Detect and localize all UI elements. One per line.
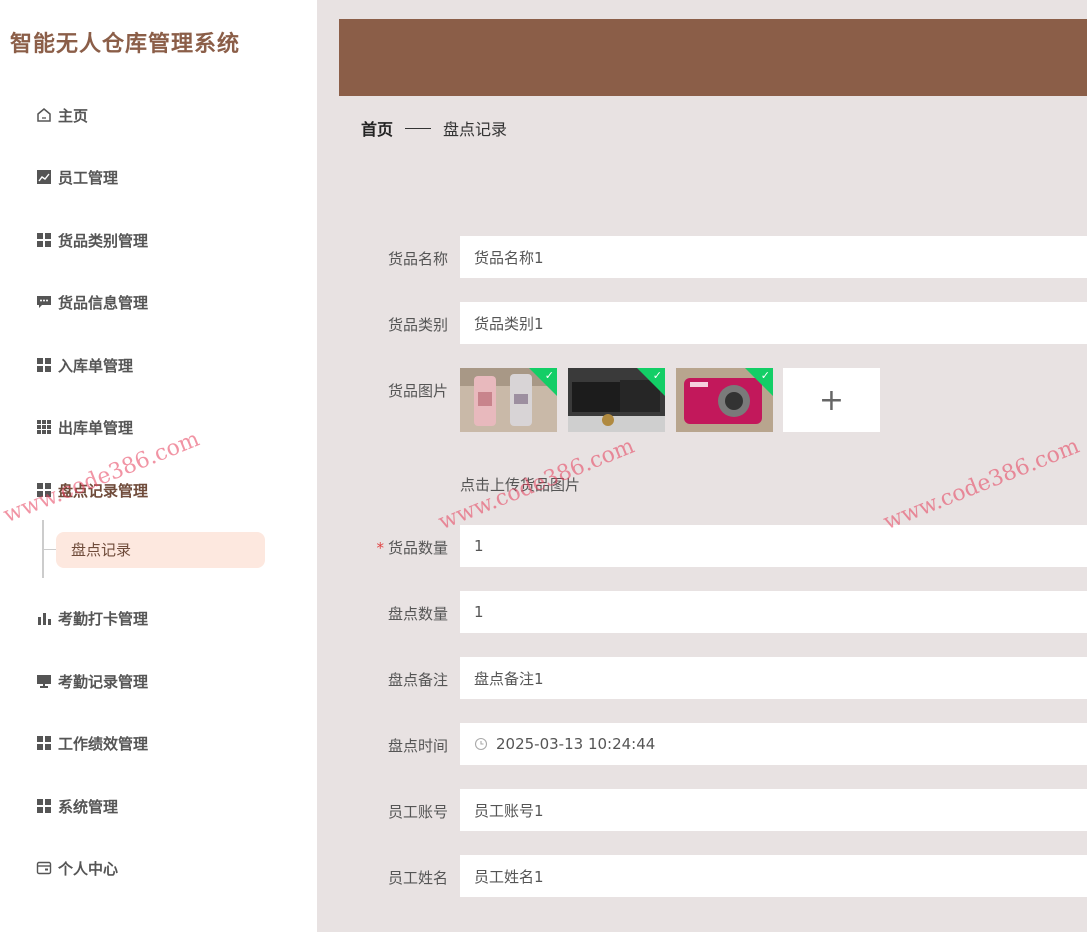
nav-item-inbound[interactable]: 入库单管理 <box>35 352 133 378</box>
goods-quantity-label: * 货品数量 <box>376 539 448 557</box>
goods-name-value: 货品名称1 <box>474 248 544 267</box>
uploaded-check-icon: ✓ <box>637 368 665 396</box>
staff-account-label: 员工账号 <box>387 803 448 821</box>
breadcrumb-home[interactable]: 首页 <box>361 116 393 140</box>
breadcrumb: 首页 盘点记录 <box>361 116 507 140</box>
goods-image-thumbnail[interactable]: ✓ <box>568 368 665 432</box>
goods-image-thumbnail[interactable]: ✓ <box>676 368 773 432</box>
grid-icon <box>35 797 53 815</box>
check-time-value: 2025-03-13 10:24:44 <box>496 735 656 753</box>
watermark: www.code386.com <box>880 433 1084 536</box>
plus-icon: + <box>818 382 845 418</box>
uploaded-check-icon: ✓ <box>745 368 773 396</box>
nav-item-staff[interactable]: 员工管理 <box>35 164 118 190</box>
bar-chart-icon <box>35 609 53 627</box>
nav-item-label: 工作绩效管理 <box>58 734 149 753</box>
check-quantity-label: 盘点数量 <box>387 605 448 623</box>
clock-icon <box>474 737 488 751</box>
top-banner <box>339 19 1087 96</box>
uploaded-check-icon: ✓ <box>529 368 557 396</box>
submenu-item-inventory-record[interactable]: 盘点记录 <box>56 532 265 568</box>
message-icon <box>35 293 53 311</box>
grid-icon <box>35 356 53 374</box>
goods-image-thumbnail[interactable]: ✓ <box>460 368 557 432</box>
card-icon <box>35 859 53 877</box>
check-remark-label: 盘点备注 <box>387 671 448 689</box>
check-time-field[interactable]: 2025-03-13 10:24:44 <box>460 723 1087 765</box>
nav-item-label: 入库单管理 <box>58 356 134 375</box>
staff-name-value: 员工姓名1 <box>474 867 544 886</box>
nav-item-performance[interactable]: 工作绩效管理 <box>35 730 148 756</box>
staff-name-label: 员工姓名 <box>387 869 448 887</box>
nav-item-label: 员工管理 <box>58 168 119 187</box>
nav-item-goods[interactable]: 货品信息管理 <box>35 289 148 315</box>
nav-item-attendance-record[interactable]: 考勤记录管理 <box>35 668 148 694</box>
app-title: 智能无人仓库管理系统 <box>10 32 241 57</box>
nav-item-category[interactable]: 货品类别管理 <box>35 227 148 253</box>
grid-icon <box>35 734 53 752</box>
goods-name-label: 货品名称 <box>387 250 448 268</box>
nav-item-label: 系统管理 <box>58 797 119 816</box>
nav-item-label: 主页 <box>58 106 89 125</box>
nav-item-profile[interactable]: 个人中心 <box>35 855 118 881</box>
check-quantity-field[interactable]: 1 <box>460 591 1087 633</box>
check-time-label: 盘点时间 <box>387 737 448 755</box>
grid-icon <box>35 231 53 249</box>
staff-account-field[interactable]: 员工账号1 <box>460 789 1087 831</box>
chart-icon <box>35 168 53 186</box>
nav-item-label: 货品类别管理 <box>58 231 149 250</box>
required-marker: * <box>376 539 384 557</box>
nav-item-system[interactable]: 系统管理 <box>35 793 118 819</box>
nav-item-home[interactable]: 主页 <box>35 102 88 128</box>
nav-item-label: 考勤打卡管理 <box>58 609 149 628</box>
staff-account-value: 员工账号1 <box>474 801 544 820</box>
monitor-icon <box>35 672 53 690</box>
goods-quantity-field[interactable]: 1 <box>460 525 1087 567</box>
nav-item-attendance-punch[interactable]: 考勤打卡管理 <box>35 605 148 631</box>
staff-name-field[interactable]: 员工姓名1 <box>460 855 1087 897</box>
submenu-tick <box>44 549 56 550</box>
upload-image-button[interactable]: + <box>783 368 880 432</box>
nav-item-label: 货品信息管理 <box>58 293 149 312</box>
breadcrumb-separator <box>405 127 432 129</box>
check-remark-value: 盘点备注1 <box>474 669 544 688</box>
nav-item-outbound[interactable]: 出库单管理 <box>35 414 133 440</box>
goods-name-field[interactable]: 货品名称1 <box>460 236 1087 278</box>
nav-item-label: 出库单管理 <box>58 418 134 437</box>
check-quantity-value: 1 <box>474 603 484 621</box>
goods-category-value: 货品类别1 <box>474 314 544 333</box>
nav-item-label: 个人中心 <box>58 859 119 878</box>
goods-category-label: 货品类别 <box>387 316 448 334</box>
goods-quantity-value: 1 <box>474 537 484 555</box>
check-remark-field[interactable]: 盘点备注1 <box>460 657 1087 699</box>
grid-nine-icon <box>35 418 53 436</box>
breadcrumb-current: 盘点记录 <box>443 120 508 139</box>
nav-item-label: 考勤记录管理 <box>58 672 149 691</box>
home-icon <box>35 106 53 124</box>
goods-image-label: 货品图片 <box>387 382 448 400</box>
goods-category-field[interactable]: 货品类别1 <box>460 302 1087 344</box>
